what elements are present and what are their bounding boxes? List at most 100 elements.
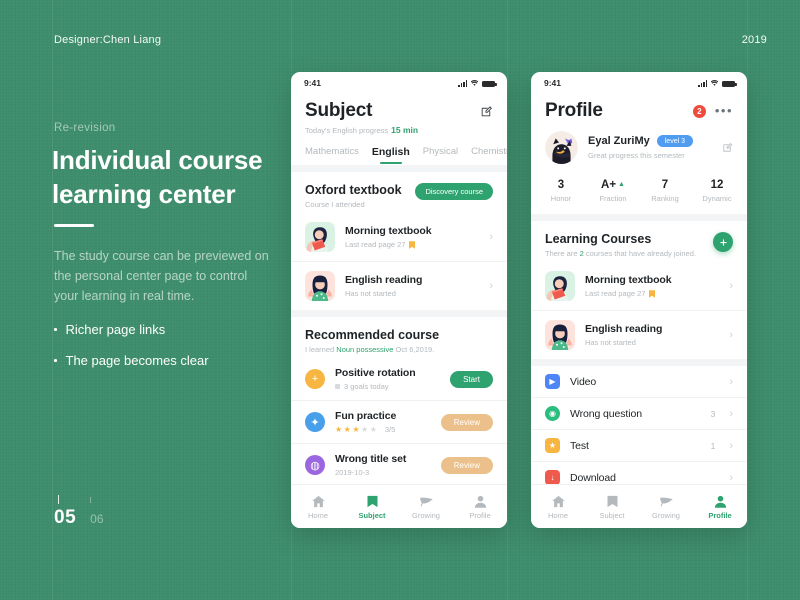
tabbar-item-home[interactable]: Home (291, 494, 345, 520)
book-icon (607, 495, 617, 507)
section-desc: There are 2 courses that have already jo… (545, 249, 696, 258)
row-body: Wrong question (570, 408, 701, 420)
profile-screen-content: Profile 2 ••• Eyal ZuriMy level 3 Great … (531, 94, 747, 484)
title-row: Profile 2 ••• (545, 100, 733, 122)
textbook-section-header: Oxford textbook Course I attended Discov… (291, 172, 507, 213)
tab-mathematics[interactable]: Mathematics (305, 146, 359, 165)
menu-label: Wrong question (570, 407, 642, 420)
edit-square-icon[interactable] (722, 142, 733, 153)
tabbar-item-growing[interactable]: Growing (639, 494, 693, 520)
tab-physical[interactable]: Physical (423, 146, 458, 165)
tab-chemistry[interactable]: Chemistry (471, 146, 507, 165)
progress-line: Today's English progress 15 min (305, 125, 493, 135)
list-item[interactable]: ↓ Download › (531, 462, 747, 484)
tabbar-item-growing[interactable]: Growing (399, 494, 453, 520)
poster-eyebrow: Re-revision (54, 122, 116, 134)
stat-value-text: A+ (601, 179, 617, 191)
menu-label: Video (570, 375, 597, 388)
table-row[interactable]: English reading Has not started › (531, 311, 747, 359)
battery-icon (722, 80, 737, 87)
list-item[interactable]: ▶ Video › (531, 366, 747, 398)
more-horizontal-icon[interactable]: ••• (715, 104, 733, 117)
user-meta: Great progress this semester (588, 151, 685, 160)
row-subtitle: 3 goals today (335, 382, 440, 391)
row-sub-text: Last read page 27 (345, 240, 406, 249)
row-body: English reading Has not started (345, 274, 479, 298)
leaf-icon (659, 497, 673, 506)
tabbar-item-profile[interactable]: Profile (453, 494, 507, 520)
status-bar: 9:41 (531, 72, 747, 94)
battery-icon (482, 80, 497, 87)
row-body: Test (570, 440, 701, 452)
wifi-icon (710, 79, 719, 86)
row-body: English reading Has not started (585, 323, 719, 347)
download-icon: ↓ (545, 470, 560, 484)
bullet-label: The page becomes clear (65, 353, 209, 368)
home-icon (551, 495, 565, 507)
tabbar-label: Home (547, 510, 568, 520)
tabbar-item-subject[interactable]: Subject (345, 494, 399, 520)
tab-english[interactable]: English (372, 146, 410, 165)
stat-value: 7 (661, 179, 669, 191)
list-item: Richer page links (54, 322, 284, 337)
phone-mockup-profile: 9:41 Profile 2 ••• Eyal ZuriMy level 3 G… (531, 72, 747, 528)
guide-line (747, 0, 748, 600)
table-row[interactable]: Morning textbook Last read page 27 › (291, 213, 507, 262)
designer-credit: Designer:Chen Liang (54, 34, 162, 46)
stat-label: Dynamic (702, 194, 732, 203)
desc-post: courses that have already joined. (585, 249, 696, 258)
table-row[interactable]: ◍ Wrong title set 2019-10-3 Review (291, 444, 507, 484)
review-button[interactable]: Review (440, 413, 493, 431)
row-body: Download (570, 472, 705, 484)
stat-value: 3 (557, 179, 565, 191)
table-row[interactable]: ✦ Fun practice ★ ★ ★ ★ ★ 3/5 Review (291, 401, 507, 444)
tabbar-item-subject[interactable]: Subject (585, 494, 639, 520)
list-item[interactable]: ★ Test 1 › (531, 430, 747, 462)
profile-user-row[interactable]: Eyal ZuriMy level 3 Great progress this … (531, 122, 747, 171)
bottom-tab-bar: Home Subject Growing Profile (531, 484, 747, 528)
section-desc: I learned Noun possessive Oct 6,2019. (305, 345, 493, 354)
add-course-button[interactable] (713, 232, 733, 252)
poster-lede: The study course can be previewed on the… (54, 249, 269, 303)
chevron-right-icon: › (729, 439, 733, 452)
tabbar-item-profile[interactable]: Profile (693, 494, 747, 520)
row-subtitle: Has not started (585, 338, 636, 347)
profile-menu-card: ▶ Video › ◉ Wrong question 3 › ★ Test 1 … (531, 366, 747, 484)
chevron-right-icon: › (729, 280, 733, 292)
desc-post: Oct 6,2019. (395, 345, 435, 354)
menu-count: 1 (710, 440, 716, 451)
section-title: Recommended course (305, 328, 440, 342)
table-row[interactable]: English reading Has not started › (291, 262, 507, 310)
desc-highlight: Noun possessive (336, 345, 394, 354)
profile-header-card: Profile 2 ••• Eyal ZuriMy level 3 Great … (531, 94, 747, 214)
discovery-course-button[interactable]: Discovery course (415, 183, 493, 200)
tabbar-item-home[interactable]: Home (531, 494, 585, 520)
chevron-right-icon: › (489, 280, 493, 292)
subject-header-card: Subject Today's English progress 15 min M… (291, 94, 507, 165)
start-button[interactable]: Start (450, 370, 493, 388)
row-subtitle: ★ ★ ★ ★ ★ 3/5 (335, 425, 431, 434)
table-row[interactable]: Morning textbook Last read page 27 › (531, 262, 747, 311)
page-total: 06 (90, 512, 104, 526)
subject-header: Subject Today's English progress 15 min (291, 94, 507, 135)
row-subtitle: Last read page 27 (585, 289, 719, 298)
stat-label: Fraction (599, 194, 627, 203)
row-title: English reading (585, 323, 663, 335)
chevron-right-icon: › (729, 471, 733, 484)
edit-square-icon[interactable] (480, 105, 493, 118)
list-item[interactable]: ◉ Wrong question 3 › (531, 398, 747, 430)
wifi-icon (470, 79, 479, 86)
trend-up-icon: ▲ (618, 181, 625, 189)
notification-badge[interactable]: 2 (692, 104, 706, 118)
chevron-right-icon: › (729, 407, 733, 420)
cat-avatar-icon (545, 131, 578, 164)
bookmark-icon (649, 289, 656, 298)
bullet-dot-icon (54, 328, 57, 331)
progress-label: Today's English progress (305, 126, 389, 135)
review-button[interactable]: Review (440, 456, 493, 474)
section-heading: Learning Courses There are 2 courses tha… (545, 232, 696, 258)
status-time: 9:41 (304, 78, 322, 88)
table-row[interactable]: + Positive rotation 3 goals today Start (291, 358, 507, 401)
signal-bars-icon (698, 80, 707, 87)
divider (291, 165, 507, 172)
